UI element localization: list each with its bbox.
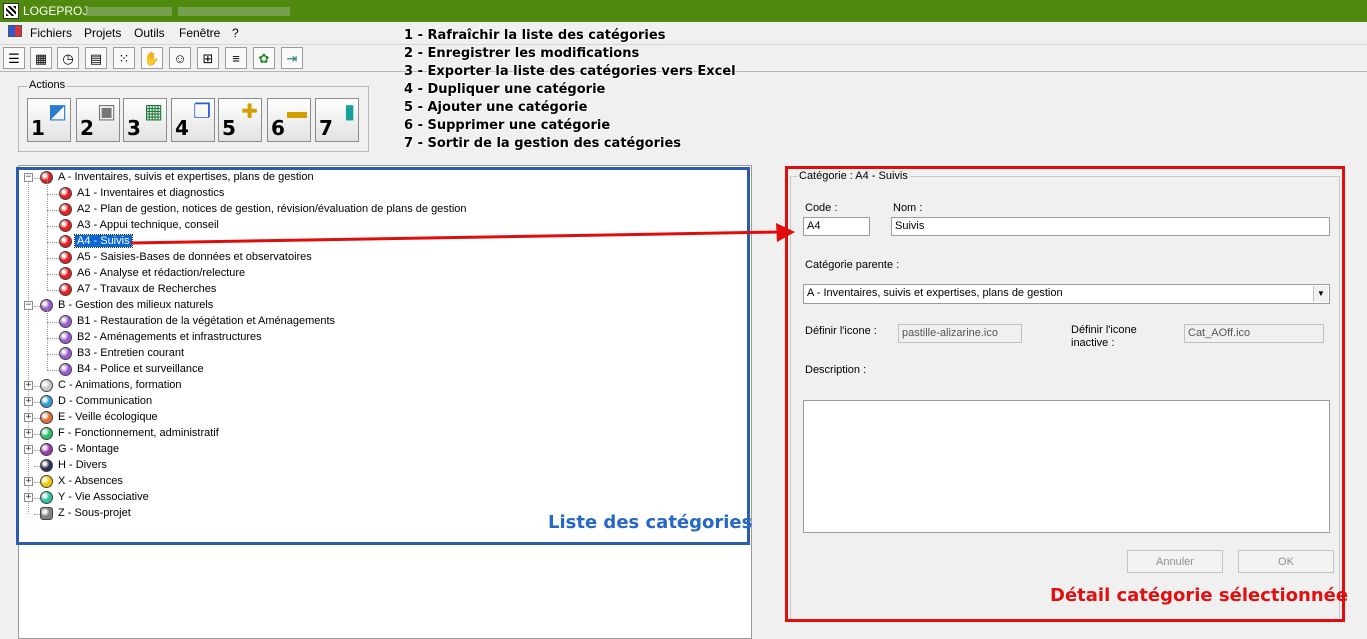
button-number: 1	[31, 116, 45, 140]
list-highlight-frame	[16, 167, 750, 545]
button-number: 2	[80, 116, 94, 140]
hierarchy-icon[interactable]: ⊞	[197, 47, 219, 69]
redacted-text	[86, 7, 172, 16]
button-number: 5	[222, 116, 236, 140]
handshake-icon[interactable]: ✋	[141, 47, 163, 69]
list-icon[interactable]: ☰	[3, 47, 25, 69]
exit-button[interactable]: ▮ 7	[315, 98, 359, 142]
window-menu-icon[interactable]	[8, 25, 22, 37]
exit-door-icon: ▮	[343, 101, 355, 123]
refresh-button[interactable]: ◩ 1	[27, 98, 71, 142]
delete-icon: ▬	[287, 101, 307, 123]
actions-group: Actions ◩ 1 ▣ 2 ▦ 3 ❐ 4 ✚ 5 ▬ 6 ▮ 7	[18, 79, 369, 152]
menu-outils[interactable]: Outils	[134, 26, 165, 40]
button-number: 4	[175, 116, 189, 140]
actions-legend: Actions	[27, 79, 68, 91]
button-number: 7	[319, 116, 333, 140]
frog-icon[interactable]: ✿	[253, 47, 275, 69]
annotation-duplicate: 4 - Dupliquer une catégorie	[404, 82, 606, 97]
duplicate-icon: ❐	[193, 101, 211, 123]
people-icon[interactable]: ☺	[169, 47, 191, 69]
clock-icon[interactable]: ◷	[57, 47, 79, 69]
calendar-icon[interactable]: ▦	[30, 47, 52, 69]
menu-bar: Fichiers Projets Outils Fenêtre ?	[0, 22, 1367, 42]
exit-icon[interactable]: ⇥	[281, 47, 303, 69]
annotation-add: 5 - Ajouter une catégorie	[404, 100, 588, 115]
menu-fichiers[interactable]: Fichiers	[30, 26, 72, 40]
document-icon[interactable]: ▤	[85, 47, 107, 69]
detail-caption: Détail catégorie sélectionnée	[1050, 585, 1349, 606]
list-caption: Liste des catégories	[548, 512, 753, 533]
title-bar: LOGEPROJ	[0, 0, 1367, 22]
export-excel-button[interactable]: ▦ 3	[123, 98, 167, 142]
app-icon	[3, 3, 19, 19]
menu-fenetre[interactable]: Fenêtre	[179, 26, 220, 40]
refresh-icon: ◩	[48, 101, 67, 123]
excel-icon: ▦	[144, 101, 163, 123]
duplicate-button[interactable]: ❐ 4	[171, 98, 215, 142]
add-icon: ✚	[241, 101, 258, 123]
detail-highlight-frame	[785, 166, 1345, 622]
button-number: 6	[271, 116, 285, 140]
annotation-export: 3 - Exporter la liste des catégories ver…	[404, 64, 736, 79]
annotation-refresh: 1 - Rafraîchir la liste des catégories	[404, 28, 666, 43]
tasks-icon[interactable]: ≡	[225, 47, 247, 69]
annotation-delete: 6 - Supprimer une catégorie	[404, 118, 611, 133]
network-icon[interactable]: ⁙	[113, 47, 135, 69]
menu-help[interactable]: ?	[232, 26, 239, 40]
redacted-text	[178, 7, 290, 16]
save-icon: ▣	[97, 101, 116, 123]
window-title: LOGEPROJ	[23, 4, 89, 18]
annotation-exit: 7 - Sortir de la gestion des catégories	[404, 136, 682, 151]
menu-projets[interactable]: Projets	[84, 26, 121, 40]
add-button[interactable]: ✚ 5	[218, 98, 262, 142]
save-button[interactable]: ▣ 2	[76, 98, 120, 142]
annotation-save: 2 - Enregistrer les modifications	[404, 46, 640, 61]
delete-button[interactable]: ▬ 6	[267, 98, 311, 142]
button-number: 3	[127, 116, 141, 140]
